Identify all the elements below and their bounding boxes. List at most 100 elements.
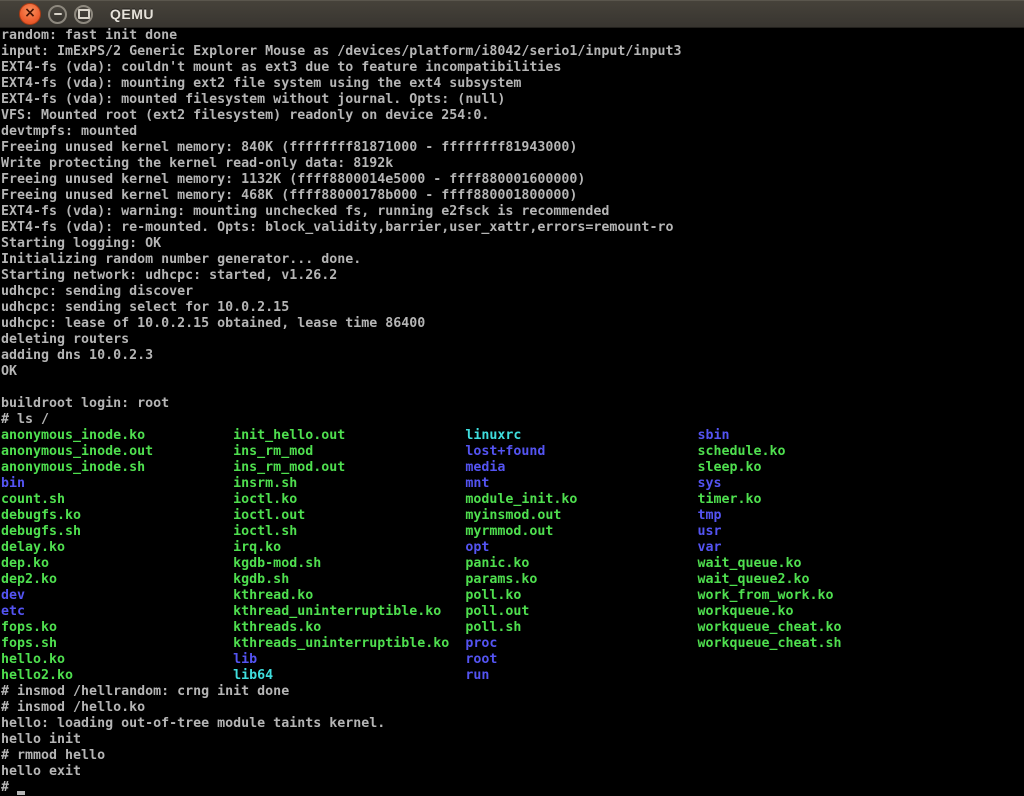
file-item: lost+found — [465, 444, 697, 460]
terminal-line: # insmod /hello.ko — [1, 700, 1024, 716]
close-icon: × — [24, 6, 36, 20]
file-item: workqueue_cheat.sh — [697, 636, 841, 652]
file-item: usr — [697, 524, 841, 540]
terminal-line: devtmpfs: mounted — [1, 124, 1024, 140]
file-item: var — [697, 540, 841, 556]
terminal-line: OK — [1, 364, 1024, 380]
file-item: dev — [1, 588, 233, 604]
file-item: poll.ko — [465, 588, 697, 604]
terminal-line: hello init — [1, 732, 1024, 748]
file-item: anonymous_inode.out — [1, 444, 233, 460]
file-item: hello.ko — [1, 652, 233, 668]
file-item: ins_rm_mod — [233, 444, 465, 460]
file-item: bin — [1, 476, 233, 492]
file-item: kgdb-mod.sh — [233, 556, 465, 572]
file-item: timer.ko — [697, 492, 841, 508]
maximize-button[interactable] — [74, 5, 93, 24]
file-item: params.ko — [465, 572, 697, 588]
terminal-line: udhcpc: sending discover — [1, 284, 1024, 300]
file-item: fops.sh — [1, 636, 233, 652]
terminal-line: EXT4-fs (vda): couldn't mount as ext3 du… — [1, 60, 1024, 76]
file-item: wait_queue2.ko — [697, 572, 841, 588]
close-button[interactable]: × — [19, 3, 41, 25]
file-item: schedule.ko — [697, 444, 841, 460]
terminal-line: Starting logging: OK — [1, 236, 1024, 252]
file-item: debugfs.sh — [1, 524, 233, 540]
file-item: ins_rm_mod.out — [233, 460, 465, 476]
terminal-line: hello exit — [1, 764, 1024, 780]
boot-log: random: fast init done input: ImExPS/2 G… — [1, 28, 1024, 428]
terminal-line: Initializing random number generator... … — [1, 252, 1024, 268]
file-item: fops.ko — [1, 620, 233, 636]
file-item: kgdb.sh — [233, 572, 465, 588]
file-item: irq.ko — [233, 540, 465, 556]
file-item: lib64 — [233, 668, 465, 684]
file-item: init_hello.out — [233, 428, 465, 444]
file-item: work_from_work.ko — [697, 588, 841, 604]
file-item: sys — [697, 476, 841, 492]
terminal-line: EXT4-fs (vda): mounting ext2 file system… — [1, 76, 1024, 92]
file-item: workqueue_cheat.ko — [697, 620, 841, 636]
terminal-screen[interactable]: random: fast init done input: ImExPS/2 G… — [0, 28, 1024, 796]
listing-column-2: init_hello.out ins_rm_mod ins_rm_mod.out… — [233, 428, 465, 684]
file-item: opt — [465, 540, 697, 556]
file-item: kthread.ko — [233, 588, 465, 604]
listing-column-1: anonymous_inode.ko anonymous_inode.out a… — [1, 428, 233, 684]
terminal-line: VFS: Mounted root (ext2 filesystem) read… — [1, 108, 1024, 124]
terminal-line: udhcpc: sending select for 10.0.2.15 — [1, 300, 1024, 316]
file-item: module_init.ko — [465, 492, 697, 508]
window-title: QEMU — [110, 6, 154, 22]
file-item: kthreads_uninterruptible.ko — [233, 636, 465, 652]
terminal-line: # rmmod hello — [1, 748, 1024, 764]
terminal-line: hello: loading out-of-tree module taints… — [1, 716, 1024, 732]
file-item: panic.ko — [465, 556, 697, 572]
file-item: poll.out — [465, 604, 697, 620]
terminal-line: EXT4-fs (vda): re-mounted. Opts: block_v… — [1, 220, 1024, 236]
file-item: tmp — [697, 508, 841, 524]
file-item: dep2.ko — [1, 572, 233, 588]
file-item: poll.sh — [465, 620, 697, 636]
file-item: kthread_uninterruptible.ko — [233, 604, 465, 620]
file-item: ioctl.sh — [233, 524, 465, 540]
window-titlebar[interactable]: × QEMU — [0, 0, 1024, 28]
file-item: run — [465, 668, 697, 684]
file-item: lib — [233, 652, 465, 668]
file-item: hello2.ko — [1, 668, 233, 684]
file-item: anonymous_inode.sh — [1, 460, 233, 476]
file-item: ioctl.ko — [233, 492, 465, 508]
file-item: kthreads.ko — [233, 620, 465, 636]
terminal-line: adding dns 10.0.2.3 — [1, 348, 1024, 364]
file-item: workqueue.ko — [697, 604, 841, 620]
prompt-text: # — [1, 780, 17, 796]
terminal-line: Freeing unused kernel memory: 468K (ffff… — [1, 188, 1024, 204]
prompt-line: # — [1, 780, 1024, 796]
file-item: anonymous_inode.ko — [1, 428, 233, 444]
file-item: myrmmod.out — [465, 524, 697, 540]
file-item: proc — [465, 636, 697, 652]
terminal-line: # insmod /hellrandom: crng init done — [1, 684, 1024, 700]
file-item: count.sh — [1, 492, 233, 508]
file-item: delay.ko — [1, 540, 233, 556]
file-item: media — [465, 460, 697, 476]
terminal-line: Write protecting the kernel read-only da… — [1, 156, 1024, 172]
minimize-icon — [54, 13, 62, 15]
listing-column-4: sbin schedule.ko sleep.ko sys timer.ko t… — [697, 428, 841, 684]
terminal-line: Freeing unused kernel memory: 1132K (fff… — [1, 172, 1024, 188]
file-item: myinsmod.out — [465, 508, 697, 524]
terminal-line: input: ImExPS/2 Generic Explorer Mouse a… — [1, 44, 1024, 60]
file-item: sleep.ko — [697, 460, 841, 476]
terminal-line — [1, 380, 1024, 396]
file-item: ioctl.out — [233, 508, 465, 524]
file-item: insrm.sh — [233, 476, 465, 492]
file-item: debugfs.ko — [1, 508, 233, 524]
terminal-line: buildroot login: root — [1, 396, 1024, 412]
file-item: root — [465, 652, 697, 668]
maximize-icon — [78, 9, 90, 19]
terminal-line: # ls / — [1, 412, 1024, 428]
file-item: linuxrc — [465, 428, 697, 444]
file-item: dep.ko — [1, 556, 233, 572]
shell-output: # insmod /hellrandom: crng init done # i… — [1, 684, 1024, 780]
text-cursor — [17, 791, 25, 795]
file-item: sbin — [697, 428, 841, 444]
minimize-button[interactable] — [48, 5, 67, 24]
